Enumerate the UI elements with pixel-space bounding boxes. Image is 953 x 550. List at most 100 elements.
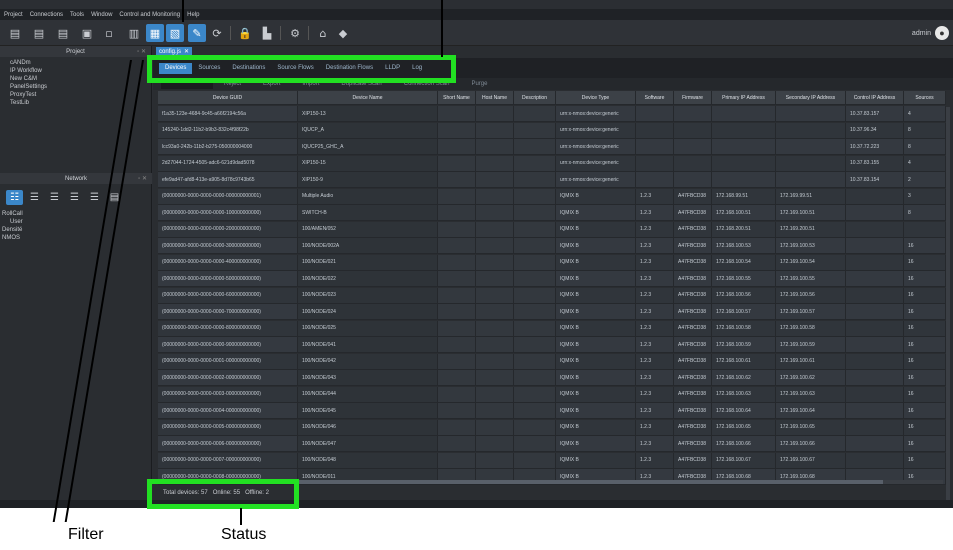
tree-item[interactable]: NMOS — [2, 234, 23, 242]
column-header[interactable]: Short Name — [438, 91, 476, 104]
menu-help[interactable]: Help — [187, 12, 199, 18]
user-area[interactable]: admin ● — [912, 26, 949, 40]
table-cell — [438, 271, 476, 286]
table-row[interactable]: lcc93a0-242b-11b2-b275-050000004000 IQUCP… — [158, 139, 946, 155]
table-cell: (00000000-0000-0000-0000-100000000000) — [158, 205, 298, 220]
layout-icon[interactable]: ▦ — [146, 24, 164, 42]
table-row[interactable]: (00000000-0000-0000-0006-000000000000) 10… — [158, 436, 946, 452]
table-cell: 100/NODE/042 — [298, 353, 438, 369]
column-header[interactable]: Sources — [904, 91, 946, 104]
tree-item[interactable]: Densité — [2, 226, 23, 234]
table-cell — [776, 106, 846, 121]
table-row[interactable]: (00000000-0000-0000-0000-200000000000) 10… — [158, 221, 946, 238]
purge-button[interactable]: Purge — [460, 81, 498, 87]
tag-icon[interactable]: ◆ — [334, 24, 352, 42]
table-row[interactable]: (00000000-0000-0000-0000-600000000000) 10… — [158, 287, 946, 304]
column-header[interactable]: Device Name — [298, 91, 438, 104]
table-row[interactable]: (00000000-0000-0000-0002-000000000000) 10… — [158, 370, 946, 386]
lock-icon[interactable]: 🔒 — [236, 24, 254, 42]
tree-item[interactable]: User — [2, 218, 23, 226]
panel-controls-icon[interactable]: ▫ ✕ — [137, 48, 146, 55]
table-cell: 2d27044-1724-4505-adc6-621d9dad5078 — [158, 155, 298, 171]
user-avatar-icon[interactable]: ● — [935, 26, 949, 40]
table-row[interactable]: 2d27044-1724-4505-adc6-621d9dad5078 XIP15… — [158, 155, 946, 172]
table-row[interactable]: (00000000-0000-0000-0007-000000000000) 10… — [158, 452, 946, 469]
column-header[interactable]: Software — [636, 91, 674, 104]
table-row[interactable]: efe9ad47-afd8-413e-a905-8d78c9743b65 XIP1… — [158, 172, 946, 188]
table-cell — [476, 188, 514, 204]
table-row[interactable]: 145240-1dd2-11b2-b9b3-832c4f98f22b IQUCP_… — [158, 122, 946, 139]
home-icon[interactable]: ⌂ — [314, 24, 332, 42]
table-cell: 16 — [904, 436, 946, 451]
table-row[interactable]: (00000000-0000-0000-0004-000000000000) 10… — [158, 403, 946, 419]
tree-item[interactable]: RollCall — [2, 210, 23, 218]
main-panel: config.js ✕ Devices Sources Destinations… — [153, 46, 953, 508]
table-cell — [476, 122, 514, 138]
table-row[interactable]: (00000000-0000-0000-0000-100000000000) SW… — [158, 205, 946, 221]
new-device-icon[interactable]: ▤ — [6, 24, 24, 42]
column-header[interactable]: Firmware — [674, 91, 712, 104]
status-label: Status — [221, 526, 267, 543]
network-view-icon[interactable]: ☷ — [6, 190, 23, 205]
list-view-icon[interactable]: ☰ — [46, 190, 63, 205]
table-row[interactable]: (00000000-0000-0000-0003-000000000000) 10… — [158, 386, 946, 403]
column-header[interactable]: Description — [514, 91, 556, 104]
column-header[interactable]: Primary IP Address — [712, 91, 776, 104]
tree-item[interactable]: PanelSettings — [10, 83, 151, 91]
doc-tab-label: config.js — [159, 48, 182, 55]
table-row[interactable]: (00000000-0000-0000-0001-000000000000) 10… — [158, 353, 946, 370]
menu-tools[interactable]: Tools — [70, 12, 84, 18]
column-header[interactable]: Secondary IP Address — [776, 91, 846, 104]
refresh-icon[interactable]: ⟳ — [208, 24, 226, 42]
detail-view-icon[interactable]: ☰ — [86, 190, 103, 205]
menu-project[interactable]: Project — [4, 12, 23, 18]
table-row[interactable]: (00000000-0000-0000-0000-500000000000) 10… — [158, 271, 946, 287]
table-cell: 172.169.100.65 — [776, 419, 846, 435]
config-icon[interactable]: ▧ — [166, 24, 184, 42]
vertical-scrollbar[interactable] — [946, 107, 950, 508]
table-row[interactable]: (00000000-0000-0000-0000-000000000001) Mu… — [158, 188, 946, 205]
table-cell — [476, 403, 514, 418]
tree-item[interactable]: New C&M — [10, 75, 151, 83]
table-cell — [438, 419, 476, 435]
grid-view-icon[interactable]: ☰ — [66, 190, 83, 205]
table-row[interactable]: (00000000-0000-0000-0000-300000000000) 10… — [158, 238, 946, 254]
table-cell — [514, 238, 556, 253]
table-cell — [438, 221, 476, 237]
table-cell: A47FBCD38 — [674, 337, 712, 352]
panel-controls-icon[interactable]: ▫ ✕ — [138, 175, 147, 182]
column-header[interactable]: Device GUID — [158, 91, 298, 104]
menu-connections[interactable]: Connections — [30, 12, 63, 18]
table-cell: IQUCP_A — [298, 122, 438, 138]
table-row[interactable]: f1a35-123e-4684-9c45-a66f2194c56a XIP150-… — [158, 106, 946, 122]
table-cell — [438, 254, 476, 270]
column-header[interactable]: Device Type — [556, 91, 636, 104]
table-cell — [846, 436, 904, 451]
table-row[interactable]: (00000000-0000-0000-0005-000000000000) 10… — [158, 419, 946, 436]
menu-control-monitoring[interactable]: Control and Monitoring — [119, 12, 180, 18]
save-icon[interactable]: ▣ — [78, 24, 96, 42]
table-row[interactable]: (00000000-0000-0000-0000-700000000000) 10… — [158, 304, 946, 320]
close-icon[interactable]: ✕ — [184, 48, 189, 55]
new-stack-icon[interactable]: ▤ — [54, 24, 72, 42]
tree-item[interactable]: TestLib — [10, 99, 151, 107]
column-header[interactable]: Control IP Address — [846, 91, 904, 104]
new-device-alt-icon[interactable]: ▤ — [30, 24, 48, 42]
tree-item[interactable]: ProxyTest — [10, 91, 151, 99]
table-row[interactable]: (00000000-0000-0000-0000-900000000000) 10… — [158, 337, 946, 353]
unlock-icon[interactable]: ▙ — [258, 24, 276, 42]
table-cell — [438, 337, 476, 352]
table-cell: IQMIX B — [556, 403, 636, 418]
menu-window[interactable]: Window — [91, 12, 112, 18]
column-header[interactable]: Host Name — [476, 91, 514, 104]
table-cell — [776, 122, 846, 138]
table-cell: 172.169.200.51 — [776, 221, 846, 237]
table-cell — [674, 106, 712, 121]
delete-icon[interactable]: ▫ — [100, 24, 118, 42]
table-row[interactable]: (00000000-0000-0000-0000-400000000000) 10… — [158, 254, 946, 271]
gear-icon[interactable]: ⚙ — [286, 24, 304, 42]
copy-icon[interactable]: ▥ — [125, 24, 143, 42]
tree-view-icon[interactable]: ☰ — [26, 190, 43, 205]
edit-icon[interactable]: ✎ — [188, 24, 206, 42]
table-row[interactable]: (00000000-0000-0000-0000-800000000000) 10… — [158, 320, 946, 337]
